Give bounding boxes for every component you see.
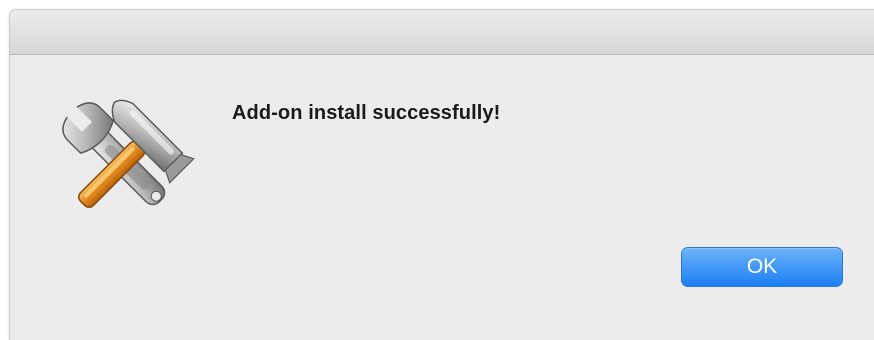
dialog-titlebar[interactable] xyxy=(10,10,874,55)
alert-dialog: Add-on install successfully! OK xyxy=(9,9,874,340)
dialog-message: Add-on install successfully! xyxy=(232,102,501,124)
hammer-wrench-icon xyxy=(48,88,198,238)
ok-button[interactable]: OK xyxy=(681,247,843,287)
